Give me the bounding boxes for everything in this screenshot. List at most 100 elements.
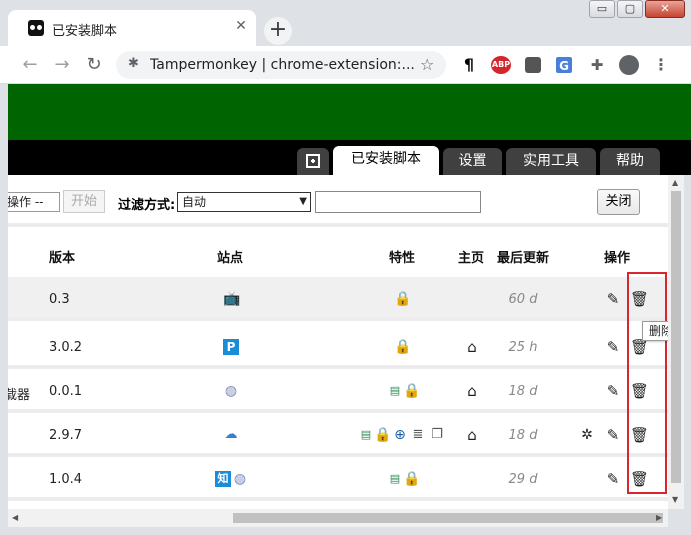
bulk-action-value: 操作 --: [8, 195, 44, 209]
table-header: 版本 站点 特性 主页 最后更新 操作: [8, 231, 668, 277]
chrome-menu-icon[interactable]: ⋮: [652, 56, 670, 74]
scripts-panel: 操作 -- 开始 过滤方式: 自动 ▼ 关闭 版本 站点 特性 主页 最后更新 …: [8, 175, 668, 509]
table-row: 载器 0.0.1 ◍ ▤ 🔒 ⌂ 18 d ✎ 🗑: [8, 369, 668, 413]
edit-icon[interactable]: ✎: [605, 383, 621, 399]
tab-help[interactable]: 帮助: [600, 148, 660, 175]
script-name[interactable]: 载器: [8, 384, 30, 403]
extension-puzzle-icon: ✱: [128, 56, 139, 71]
filter-bar: 操作 -- 开始 过滤方式: 自动 ▼ 关闭: [8, 175, 668, 227]
globe-site-icon[interactable]: ◍: [223, 383, 239, 399]
bookmark-star-icon[interactable]: ☆: [420, 55, 434, 74]
extensions-puzzle-icon[interactable]: ✚: [588, 56, 606, 74]
script-version: 0.0.1: [49, 384, 83, 399]
edit-icon[interactable]: ✎: [605, 427, 621, 443]
last-updated: 18 d: [508, 384, 538, 399]
scroll-left-icon[interactable]: ◀: [12, 513, 18, 522]
filter-mode-select[interactable]: 自动 ▼: [177, 192, 311, 212]
tab-title: 已安装脚本: [52, 24, 118, 39]
script-version: 1.0.4: [49, 472, 83, 487]
page-tab-bar: 已安装脚本 设置 实用工具 帮助: [8, 140, 691, 175]
address-text[interactable]: Tampermonkey | chrome-extension:...: [150, 57, 422, 73]
lock-icon: 🔒: [374, 427, 392, 443]
lock-icon: 🔒: [394, 291, 412, 307]
last-updated: 29 d: [508, 472, 538, 487]
code-file-icon: ▤: [389, 472, 401, 485]
last-updated: 18 d: [508, 428, 538, 443]
address-bar[interactable]: ✱ Tampermonkey | chrome-extension:... ☆: [116, 51, 446, 79]
window-controls: ▭ ▢ ✕: [589, 0, 685, 20]
lock-icon: 🔒: [394, 339, 412, 355]
back-arrow-icon[interactable]: ←: [19, 54, 41, 76]
bug-report-icon[interactable]: ✲: [579, 427, 595, 443]
chevron-down-icon: ▼: [299, 196, 307, 207]
web-globe-icon: ⊕: [394, 427, 406, 443]
tampermonkey-extension-icon[interactable]: [525, 57, 541, 73]
tab-strip: 已安装脚本 ✕ + ▭ ▢ ✕: [0, 0, 691, 46]
tab-settings[interactable]: 设置: [443, 148, 502, 175]
table-row: 1.0.4 知 ◍ ▤ 🔒 29 d ✎ 🗑: [8, 457, 668, 501]
edit-icon[interactable]: ✎: [605, 471, 621, 487]
col-homepage[interactable]: 主页: [458, 247, 484, 266]
pixiv-site-icon[interactable]: P: [223, 339, 239, 355]
col-features[interactable]: 特性: [389, 247, 415, 266]
zhihu-site-icon[interactable]: 知: [215, 471, 231, 487]
window-bottom-edge: [0, 527, 691, 535]
bilibili-site-icon[interactable]: 📺: [223, 291, 240, 307]
close-window-button[interactable]: ✕: [645, 0, 685, 18]
vertical-scroll-thumb[interactable]: [671, 191, 681, 483]
minimize-button[interactable]: ▭: [589, 0, 615, 18]
col-last-updated[interactable]: 最后更新: [497, 247, 549, 266]
col-version[interactable]: 版本: [49, 247, 75, 266]
horizontal-scrollbar[interactable]: ◀ ▶: [8, 509, 668, 527]
pilcrow-extension-icon[interactable]: ¶: [460, 56, 478, 74]
reload-icon[interactable]: ↻: [83, 54, 105, 76]
last-updated: 60 d: [508, 292, 538, 307]
profile-avatar-icon[interactable]: [619, 55, 639, 75]
browser-tab[interactable]: 已安装脚本 ✕: [8, 10, 256, 46]
table-row: 3.0.2 P 🔒 ⌂ 25 h ✎ 🗑: [8, 325, 668, 369]
tampermonkey-favicon-icon: [28, 20, 44, 36]
col-sites[interactable]: 站点: [217, 247, 243, 266]
restore-button[interactable]: ▢: [617, 0, 643, 18]
edit-icon[interactable]: ✎: [605, 339, 621, 355]
horizontal-scroll-thumb[interactable]: [233, 513, 663, 523]
edit-icon[interactable]: ✎: [605, 291, 621, 307]
code-file-icon: ▤: [360, 428, 372, 441]
script-version: 0.3: [49, 292, 70, 307]
scroll-down-icon[interactable]: ▼: [672, 495, 678, 504]
vertical-scrollbar[interactable]: ▲ ▼: [668, 175, 684, 509]
new-tab-button[interactable]: +: [264, 17, 292, 45]
filter-label: 过滤方式:: [118, 198, 176, 213]
home-icon[interactable]: ⌂: [464, 339, 480, 355]
page-header-banner: [8, 84, 691, 140]
forward-arrow-icon[interactable]: →: [51, 54, 73, 76]
scroll-right-icon[interactable]: ▶: [656, 513, 662, 522]
scroll-up-icon[interactable]: ▲: [672, 178, 678, 187]
cloud-site-icon[interactable]: ☁: [223, 427, 239, 443]
table-row: 2.9.7 ☁ ▤ 🔒 ⊕ ≣ ❐ ⌂ 18 d ✲ ✎ 🗑: [8, 413, 668, 457]
code-file-icon: ▤: [389, 384, 401, 397]
tab-installed-scripts[interactable]: 已安装脚本: [333, 146, 439, 175]
globe-site-icon[interactable]: ◍: [232, 471, 248, 487]
start-button[interactable]: 开始: [63, 190, 105, 213]
add-script-icon: [306, 154, 320, 168]
adblock-plus-icon[interactable]: ABP: [491, 56, 511, 74]
tab-utilities[interactable]: 实用工具: [506, 148, 596, 175]
bulk-action-select[interactable]: 操作 --: [8, 192, 60, 212]
translate-extension-icon[interactable]: G: [556, 57, 572, 73]
database-icon: ≣: [412, 427, 424, 442]
last-updated: 25 h: [508, 340, 538, 355]
home-icon[interactable]: ⌂: [464, 383, 480, 399]
filter-search-input[interactable]: [315, 191, 481, 213]
tab-close-icon[interactable]: ✕: [232, 17, 250, 35]
browser-toolbar: ← → ↻ ✱ Tampermonkey | chrome-extension:…: [0, 46, 691, 84]
col-actions: 操作: [604, 251, 631, 266]
lock-icon: 🔒: [403, 471, 421, 487]
new-script-tab[interactable]: [297, 148, 329, 175]
highlight-box: [627, 272, 667, 494]
script-version: 2.9.7: [49, 428, 83, 443]
table-row: 0.3 📺 🔒 60 d ✎ 🗑: [8, 277, 668, 321]
close-button[interactable]: 关闭: [597, 189, 640, 215]
home-icon[interactable]: ⌂: [464, 427, 480, 443]
filter-mode-value: 自动: [182, 195, 207, 209]
